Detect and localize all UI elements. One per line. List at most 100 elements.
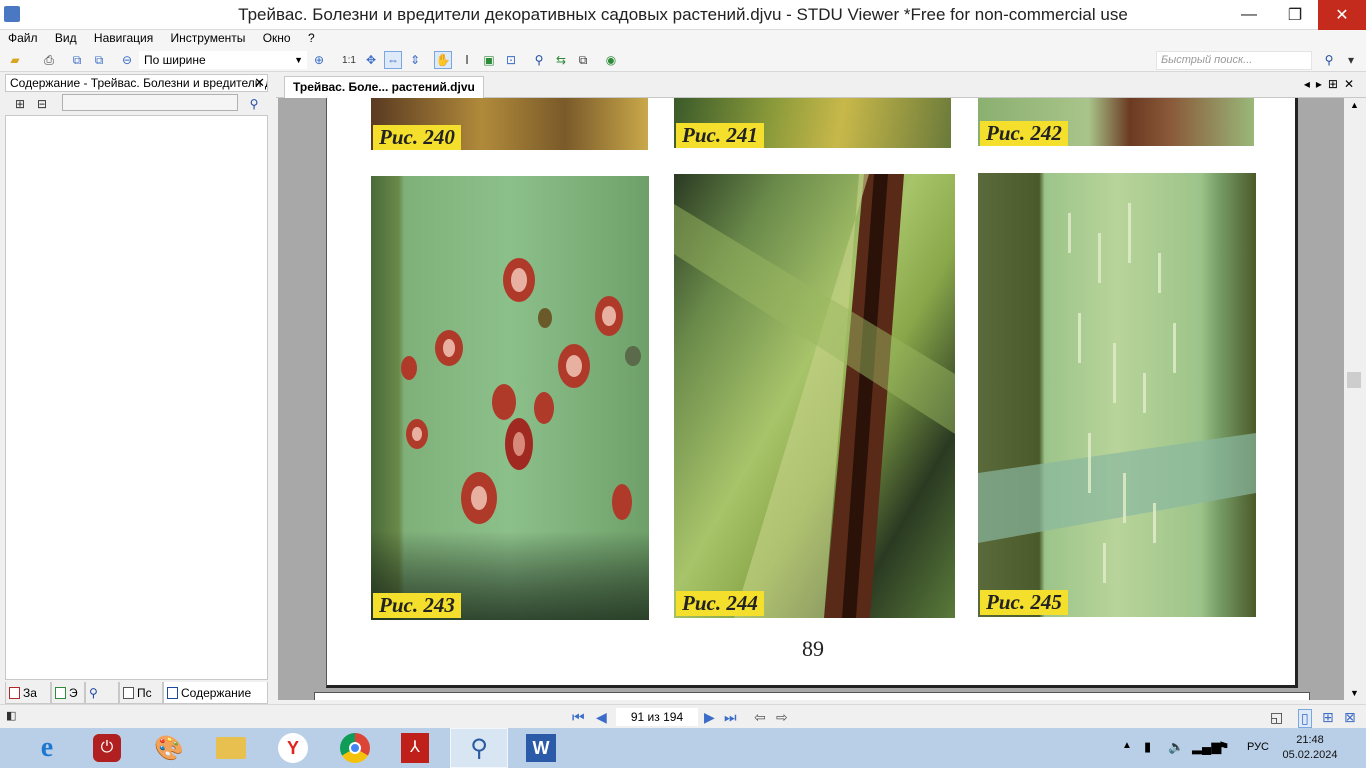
pages-icon[interactable]: ⧉ <box>574 51 592 69</box>
print-icon[interactable]: ⎙ <box>40 51 58 69</box>
facing-mode-icon[interactable]: ⊠ <box>1344 709 1356 726</box>
tray-expand-icon[interactable]: ▲ <box>1122 740 1132 751</box>
open-folder-icon[interactable]: ▰ <box>6 51 24 69</box>
menu-navigation[interactable]: Навигация <box>94 30 153 46</box>
document-viewer[interactable]: Рис. 240 Рис. 241 Рис. 242 Рис. 243 Рис.… <box>278 98 1344 700</box>
copy-page-icon[interactable]: ⧉ <box>68 51 86 69</box>
menu-window[interactable]: Окно <box>263 30 291 46</box>
page-indicator[interactable]: 91 из 194 <box>616 708 698 726</box>
fit-page-icon[interactable]: ✥ <box>362 51 380 69</box>
close-icon[interactable]: ✕ <box>254 75 265 91</box>
document-tab[interactable]: Трейвас. Боле... растений.djvu <box>284 76 484 98</box>
two-page-mode-icon[interactable]: ⊞ <box>1322 709 1334 726</box>
collapse-icon[interactable]: ⊟ <box>33 95 51 113</box>
expand-icon[interactable]: ⊞ <box>11 95 29 113</box>
first-page-icon[interactable]: ⏮ <box>572 709 585 726</box>
web-icon[interactable]: ◉ <box>602 51 620 69</box>
panel-toggle-icon[interactable]: ◧ <box>6 709 16 722</box>
contents-icon <box>167 686 178 699</box>
contents-search-icon[interactable]: ⚲ <box>245 95 263 113</box>
zoom-value: По ширине <box>144 53 206 67</box>
zoom-in-icon[interactable]: ⊕ <box>310 51 328 69</box>
figure-242: Рис. 242 <box>978 98 1254 146</box>
clock[interactable]: 21:48 05.02.2024 <box>1280 733 1340 763</box>
snapshot-icon[interactable]: ▣ <box>480 51 498 69</box>
figure-240: Рис. 240 <box>371 98 648 150</box>
actual-size-button[interactable]: 1:1 <box>340 51 358 69</box>
yandex-browser-icon[interactable]: Y <box>264 728 322 768</box>
power-icon[interactable]: ⏻ <box>78 728 136 768</box>
maximize-button[interactable]: ❐ <box>1272 0 1318 30</box>
back-icon[interactable]: ⇦ <box>754 709 766 726</box>
figure-caption: Рис. 241 <box>676 123 764 148</box>
tab-thumbnails[interactable]: Э <box>51 682 85 704</box>
internet-explorer-icon[interactable]: e <box>18 728 76 768</box>
zoom-select[interactable]: По ширине ▼ <box>139 51 307 69</box>
clock-time: 21:48 <box>1296 734 1324 746</box>
figure-caption: Рис. 245 <box>980 590 1068 615</box>
thumbnails-icon <box>55 686 66 699</box>
menu-help[interactable]: ? <box>308 30 315 46</box>
figure-241: Рис. 241 <box>674 98 951 148</box>
volume-icon[interactable]: 🔈 <box>1168 739 1184 755</box>
zoom-out-icon[interactable]: ⊖ <box>118 51 136 69</box>
fit-width-icon[interactable]: ⇔ <box>384 51 402 69</box>
tab-search[interactable]: ⚲ <box>85 682 119 704</box>
file-explorer-icon[interactable] <box>202 728 260 768</box>
scroll-thumb[interactable] <box>1347 372 1361 388</box>
tab-list-icon[interactable]: ⊞ <box>1328 77 1344 91</box>
replace-icon[interactable]: ⇆ <box>552 51 570 69</box>
tab-next-icon[interactable]: ▸ <box>1316 77 1328 91</box>
next-page-icon[interactable]: ▶ <box>704 709 715 726</box>
vertical-scrollbar[interactable]: ▲ ▼ <box>1344 98 1366 700</box>
panel-tabs: За Э ⚲ Пс Содержание <box>5 682 268 704</box>
scroll-up-icon[interactable]: ▲ <box>1350 100 1359 110</box>
language-indicator[interactable]: РУС <box>1247 741 1269 753</box>
chrome-icon[interactable] <box>326 728 384 768</box>
prev-page-icon[interactable]: ◀ <box>596 709 607 726</box>
text-select-icon[interactable]: Ⅰ <box>458 51 476 69</box>
window-title: Трейвас. Болезни и вредители декоративны… <box>238 5 1128 24</box>
menu-file[interactable]: Файл <box>8 30 38 46</box>
document-page: Рис. 240 Рис. 241 Рис. 242 Рис. 243 Рис.… <box>326 98 1298 688</box>
leaf-spots-image <box>371 176 649 620</box>
word-icon[interactable]: W <box>512 728 570 768</box>
tab-annotations[interactable]: Пс <box>119 682 163 704</box>
close-button[interactable]: ✕ <box>1318 0 1366 30</box>
minimize-button[interactable]: — <box>1226 0 1272 30</box>
scroll-down-icon[interactable]: ▼ <box>1350 688 1359 698</box>
pdf-reader-icon[interactable]: ⅄ <box>386 728 444 768</box>
toolbar-chevron-down-icon[interactable]: ▾ <box>1342 51 1360 69</box>
stdu-viewer-icon[interactable]: ⚲ <box>450 728 508 768</box>
search-icon[interactable]: ⚲ <box>1320 51 1338 69</box>
quick-search-input[interactable]: Быстрый поиск... <box>1156 51 1312 70</box>
zoom-region-icon[interactable]: ⊡ <box>502 51 520 69</box>
figure-244: Рис. 244 <box>674 174 955 618</box>
menu-view[interactable]: Вид <box>55 30 77 46</box>
find-icon[interactable]: ⚲ <box>530 51 548 69</box>
hand-tool-icon[interactable]: ✋ <box>434 51 452 69</box>
menu-tools[interactable]: Инструменты <box>171 30 246 46</box>
flag-icon[interactable]: ⚑ <box>1218 739 1230 755</box>
continuous-mode-icon[interactable]: ▯ <box>1298 709 1312 728</box>
single-page-mode-icon[interactable]: ◱ <box>1270 709 1283 726</box>
export-icon[interactable]: ⧉ <box>90 51 108 69</box>
binoculars-icon: ⚲ <box>89 685 98 700</box>
battery-icon[interactable]: ▮ <box>1144 739 1151 755</box>
figure-caption: Рис. 242 <box>980 121 1068 146</box>
paint-icon[interactable]: 🎨 <box>140 728 198 768</box>
tab-prev-icon[interactable]: ◂ <box>1304 77 1316 91</box>
forward-icon[interactable]: ⇨ <box>776 709 788 726</box>
contents-tree[interactable] <box>5 115 268 680</box>
figure-243: Рис. 243 <box>371 176 649 620</box>
figure-caption: Рис. 244 <box>676 591 764 616</box>
figure-caption: Рис. 240 <box>373 125 461 150</box>
tab-bookmarks[interactable]: За <box>5 682 51 704</box>
fit-height-icon[interactable]: ⇕ <box>406 51 424 69</box>
network-icon[interactable]: ▂▄▆ <box>1192 739 1221 755</box>
last-page-icon[interactable]: ⏭ <box>724 709 737 726</box>
tab-close-icon[interactable]: ✕ <box>1344 77 1360 91</box>
tab-contents[interactable]: Содержание <box>163 682 268 704</box>
contents-filter-input[interactable] <box>62 94 238 111</box>
menu-bar: Файл Вид Навигация Инструменты Окно ? <box>0 30 1366 48</box>
